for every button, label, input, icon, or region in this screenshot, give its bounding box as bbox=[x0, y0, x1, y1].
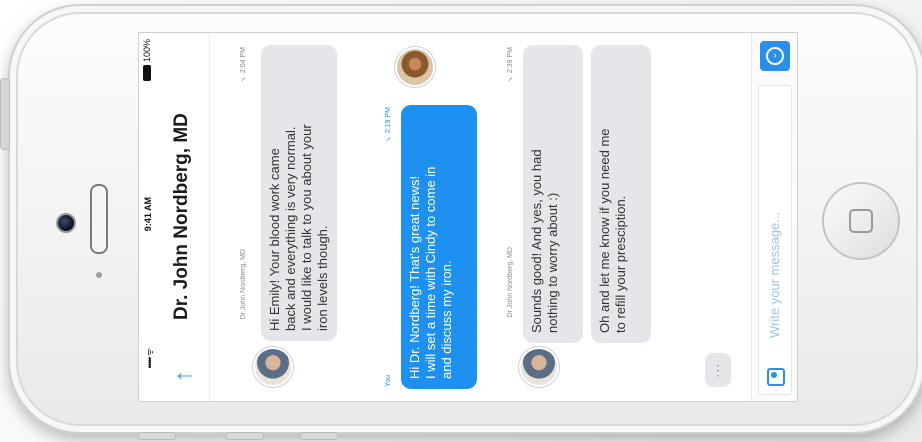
message-composer: › Write your message... bbox=[751, 33, 797, 401]
message-bubble: Oh and let me know if you need me to ref… bbox=[591, 45, 651, 343]
volume-button bbox=[300, 432, 338, 440]
status-bar: ••••• ᯤ 9:41 AM 100% bbox=[139, 33, 159, 401]
typing-indicator: ⋮ bbox=[705, 353, 731, 387]
input-placeholder: Write your message... bbox=[767, 211, 782, 338]
side-button bbox=[0, 78, 10, 150]
message-bubble: Hi Emily! Your blood work came back and … bbox=[261, 45, 337, 341]
sender-name: Dr John Nordberg, MD bbox=[507, 247, 514, 318]
home-button[interactable] bbox=[822, 182, 900, 260]
send-button[interactable]: › bbox=[760, 41, 790, 71]
signal-indicator: ••••• ᯤ bbox=[145, 349, 155, 369]
avatar bbox=[395, 47, 435, 87]
chat-header: Dr. John Nordberg, MD ↑ bbox=[159, 33, 210, 401]
sender-name: Dr John Nordberg, MD bbox=[240, 249, 247, 320]
avatar bbox=[253, 347, 293, 387]
attach-icon[interactable] bbox=[767, 368, 785, 386]
battery-percent: 100% bbox=[142, 39, 152, 63]
chat-screen: ••••• ᯤ 9:41 AM 100% Dr. John Nordberg, … bbox=[138, 32, 798, 402]
message-time: ✓ 2:19 PM bbox=[385, 107, 392, 144]
arrow-back-icon[interactable]: ↑ bbox=[170, 363, 197, 389]
earpiece-speaker bbox=[90, 184, 108, 254]
home-square-icon bbox=[849, 209, 873, 233]
page-title: Dr. John Nordberg, MD bbox=[171, 113, 192, 321]
volume-button bbox=[226, 432, 264, 440]
status-time: 9:41 AM bbox=[143, 197, 153, 232]
sender-name: You bbox=[385, 375, 392, 387]
avatar bbox=[519, 347, 559, 387]
message-input[interactable]: Write your message... bbox=[758, 85, 792, 395]
battery-indicator: 100% bbox=[142, 39, 152, 82]
message-group: You ✓ 2:19 PM Hi Dr. Nordberg! That's gr… bbox=[381, 33, 499, 401]
proximity-sensor bbox=[96, 272, 102, 278]
message-bubble: Sounds good! And yes, you had nothing to… bbox=[523, 45, 583, 343]
battery-icon bbox=[143, 65, 151, 82]
front-camera bbox=[56, 213, 76, 233]
message-group: Dr John Nordberg, MD ✓ 2:04 PM Hi Emily!… bbox=[209, 33, 339, 401]
message-group: Dr John Nordberg, MD ✓ 2:39 PM Sounds go… bbox=[503, 33, 663, 401]
volume-button bbox=[138, 432, 176, 440]
send-icon: › bbox=[766, 47, 784, 65]
message-time: ✓ 2:04 PM bbox=[240, 47, 247, 84]
message-time: ✓ 2:39 PM bbox=[507, 47, 514, 84]
message-bubble: Hi Dr. Nordberg! That's great news! I wi… bbox=[401, 105, 477, 389]
